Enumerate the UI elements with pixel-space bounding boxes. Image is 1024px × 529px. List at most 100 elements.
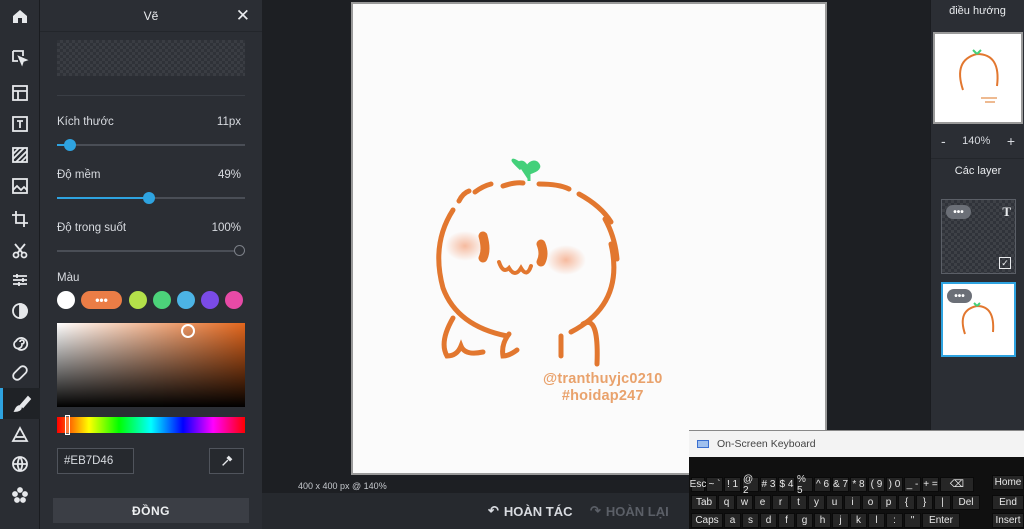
key-r1-13[interactable]: + = bbox=[922, 477, 939, 492]
tool-text[interactable] bbox=[0, 108, 40, 139]
tool-adjust[interactable] bbox=[0, 264, 40, 295]
key-r2-8[interactable]: i bbox=[844, 495, 861, 510]
key-r3-8[interactable]: k bbox=[850, 513, 867, 528]
size-slider-handle[interactable] bbox=[64, 139, 77, 151]
color-swatch[interactable] bbox=[225, 291, 243, 309]
key-r2-7[interactable]: u bbox=[826, 495, 843, 510]
key-end[interactable]: End bbox=[992, 495, 1024, 510]
key-r2-4[interactable]: r bbox=[772, 495, 789, 510]
key-r2-9[interactable]: o bbox=[862, 495, 879, 510]
key-r1-11[interactable]: ) 0 bbox=[886, 477, 903, 492]
layer-menu-button[interactable]: ••• bbox=[947, 289, 972, 303]
redo-button[interactable]: ↷ HOÀN LẠI bbox=[590, 503, 669, 519]
navigator-title: điều hướng bbox=[949, 5, 1006, 17]
layer-visibility-checkbox[interactable]: ✓ bbox=[999, 257, 1011, 269]
key-r1-0[interactable]: Esc bbox=[690, 477, 706, 492]
softness-label: Độ mềm bbox=[57, 169, 101, 181]
undo-icon: ↶ bbox=[488, 503, 499, 518]
hex-color-input[interactable] bbox=[57, 448, 134, 474]
eyedropper-button[interactable] bbox=[209, 448, 244, 474]
key-r1-1[interactable]: ~ ` bbox=[706, 477, 723, 492]
tool-cut[interactable] bbox=[0, 235, 40, 266]
zoom-out-button[interactable]: - bbox=[941, 133, 946, 149]
key-r2-12[interactable]: } bbox=[916, 495, 933, 510]
key-r1-5[interactable]: $ 4 bbox=[778, 477, 795, 492]
tool-contrast[interactable] bbox=[0, 295, 40, 326]
key-r2-1[interactable]: q bbox=[718, 495, 735, 510]
done-button[interactable]: ĐỒNG bbox=[53, 498, 249, 523]
tool-image[interactable] bbox=[0, 170, 40, 201]
drawing-canvas[interactable]: @tranthuyjc0210 #hoidap247 bbox=[351, 2, 827, 475]
tool-select-arrow[interactable] bbox=[0, 42, 40, 73]
opacity-slider-handle[interactable] bbox=[234, 245, 245, 256]
key-r1-12[interactable]: _ - bbox=[904, 477, 921, 492]
key-r2-3[interactable]: e bbox=[754, 495, 771, 510]
key-r3-2[interactable]: s bbox=[742, 513, 759, 528]
undo-button[interactable]: ↶ HOÀN TÁC bbox=[488, 503, 573, 519]
color-picker-ring[interactable] bbox=[181, 324, 195, 338]
hue-slider[interactable] bbox=[57, 415, 245, 435]
key-r3-10[interactable]: : bbox=[886, 513, 903, 528]
key-r3-3[interactable]: d bbox=[760, 513, 777, 528]
key-r2-5[interactable]: t bbox=[790, 495, 807, 510]
key-r3-7[interactable]: j bbox=[832, 513, 849, 528]
key-r1-8[interactable]: & 7 bbox=[832, 477, 849, 492]
key-r1-7[interactable]: ^ 6 bbox=[814, 477, 831, 492]
softness-slider[interactable] bbox=[57, 192, 245, 204]
key-r3-9[interactable]: l bbox=[868, 513, 885, 528]
key-r1-10[interactable]: ( 9 bbox=[868, 477, 885, 492]
color-swatch[interactable] bbox=[153, 291, 171, 309]
size-slider[interactable] bbox=[57, 139, 245, 151]
tool-crop[interactable] bbox=[0, 203, 40, 234]
tool-shape[interactable] bbox=[0, 419, 40, 450]
navigator-thumbnail[interactable] bbox=[933, 32, 1023, 124]
key-r3-11[interactable]: " bbox=[904, 513, 921, 528]
key-r3-12[interactable]: Enter bbox=[922, 513, 960, 528]
key-r1-9[interactable]: * 8 bbox=[850, 477, 867, 492]
tool-layout[interactable] bbox=[0, 77, 40, 108]
layer-text-thumbnail[interactable]: ••• T ✓ bbox=[941, 199, 1016, 274]
key-r1-2[interactable]: ! 1 bbox=[724, 477, 741, 492]
tool-globe[interactable] bbox=[0, 448, 40, 479]
opacity-slider[interactable] bbox=[57, 245, 245, 256]
key-r3-0[interactable]: Caps bbox=[691, 513, 723, 528]
photo-editor-app: Vẽ ✕ Kích thước 11px Độ mềm 49% Độ trong… bbox=[0, 0, 1024, 529]
color-saturation-picker[interactable] bbox=[57, 323, 245, 407]
key-r2-6[interactable]: y bbox=[808, 495, 825, 510]
key-r2-13[interactable]: | bbox=[934, 495, 951, 510]
key-r3-6[interactable]: h bbox=[814, 513, 831, 528]
key-r2-10[interactable]: p bbox=[880, 495, 897, 510]
close-icon[interactable]: ✕ bbox=[236, 6, 250, 26]
color-swatch[interactable] bbox=[129, 291, 147, 309]
key-insert[interactable]: Insert bbox=[992, 513, 1024, 528]
key-r3-5[interactable]: g bbox=[796, 513, 813, 528]
key-r2-11[interactable]: { bbox=[898, 495, 915, 510]
color-swatch[interactable] bbox=[201, 291, 219, 309]
key-r2-2[interactable]: w bbox=[736, 495, 753, 510]
key-r1-4[interactable]: # 3 bbox=[760, 477, 777, 492]
tool-texture[interactable] bbox=[0, 139, 40, 170]
draw-panel: Vẽ ✕ Kích thước 11px Độ mềm 49% Độ trong… bbox=[40, 0, 262, 529]
tool-dots-flower[interactable] bbox=[0, 479, 40, 510]
softness-slider-handle[interactable] bbox=[143, 192, 156, 204]
key-home[interactable]: Home bbox=[992, 475, 1024, 490]
more-colors-button[interactable]: ••• bbox=[81, 291, 122, 309]
tool-bandage[interactable] bbox=[0, 357, 40, 388]
color-swatch[interactable] bbox=[57, 291, 75, 309]
tool-home[interactable] bbox=[0, 0, 40, 31]
key-r1-14[interactable]: ⌫ bbox=[940, 477, 974, 492]
tool-brush[interactable] bbox=[0, 388, 40, 419]
key-r1-3[interactable]: @ 2 bbox=[742, 474, 759, 496]
keyboard-icon bbox=[697, 440, 709, 448]
key-r1-6[interactable]: % 5 bbox=[796, 474, 813, 496]
key-r2-14[interactable]: Del bbox=[952, 495, 980, 510]
layer-drawing-thumbnail[interactable]: ••• bbox=[941, 282, 1016, 357]
key-r3-4[interactable]: f bbox=[778, 513, 795, 528]
tool-swirl[interactable] bbox=[0, 326, 40, 357]
hue-slider-handle[interactable] bbox=[65, 415, 70, 435]
key-r3-1[interactable]: a bbox=[724, 513, 741, 528]
layer-menu-button[interactable]: ••• bbox=[946, 205, 971, 219]
zoom-in-button[interactable]: + bbox=[1007, 133, 1015, 149]
color-swatch[interactable] bbox=[177, 291, 195, 309]
key-r2-0[interactable]: Tab bbox=[691, 495, 717, 510]
